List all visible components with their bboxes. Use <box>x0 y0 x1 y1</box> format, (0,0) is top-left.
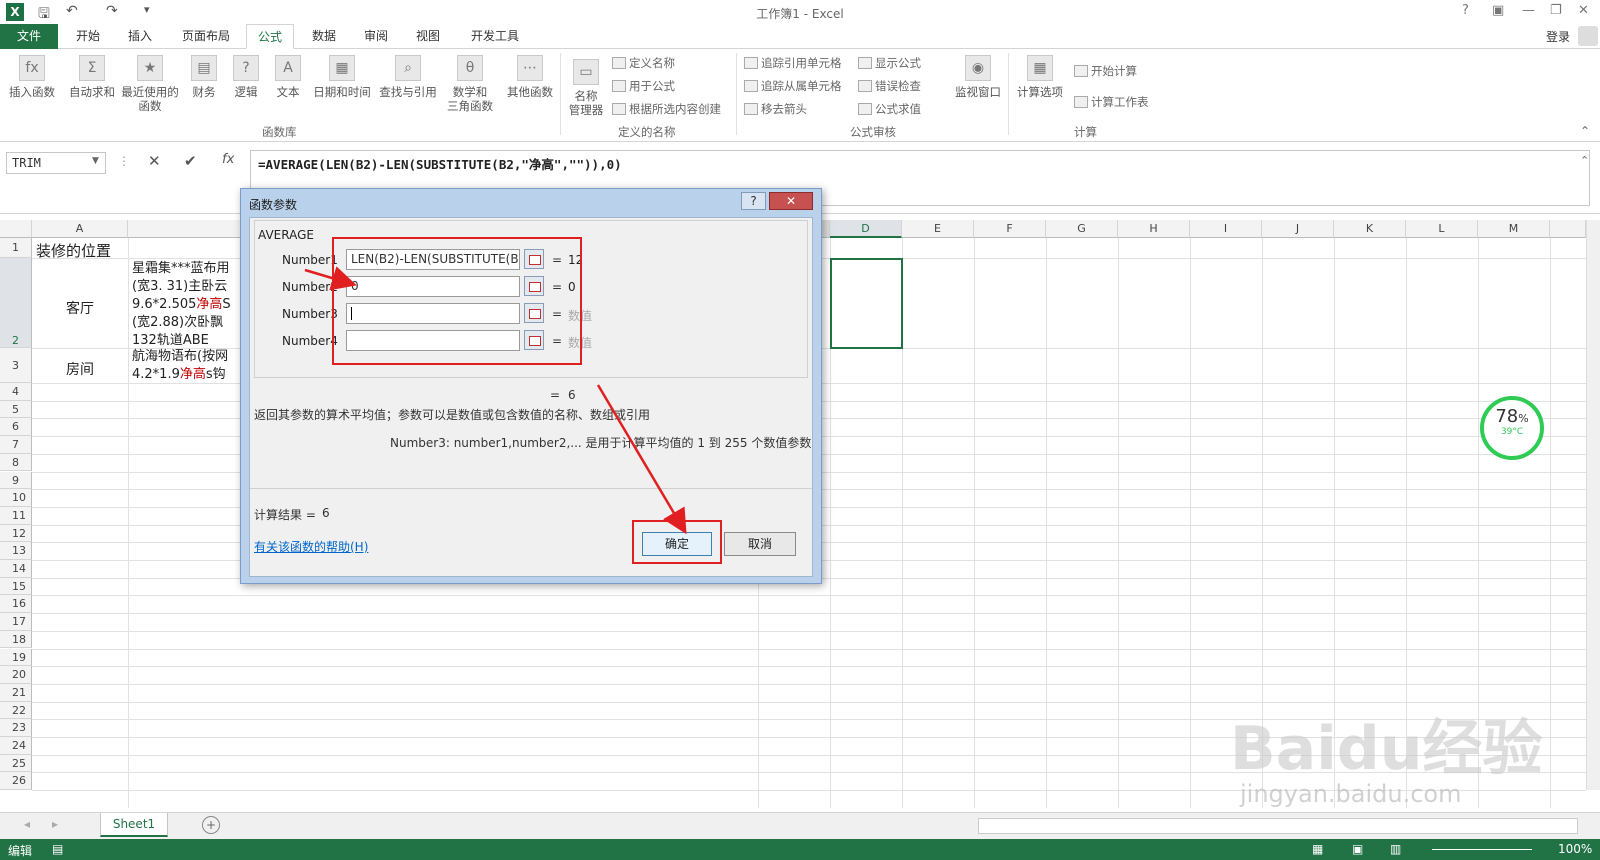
arrow-to-ok-button <box>596 384 687 535</box>
arrow-to-number2 <box>304 266 357 291</box>
annotation-arrows <box>304 266 687 535</box>
